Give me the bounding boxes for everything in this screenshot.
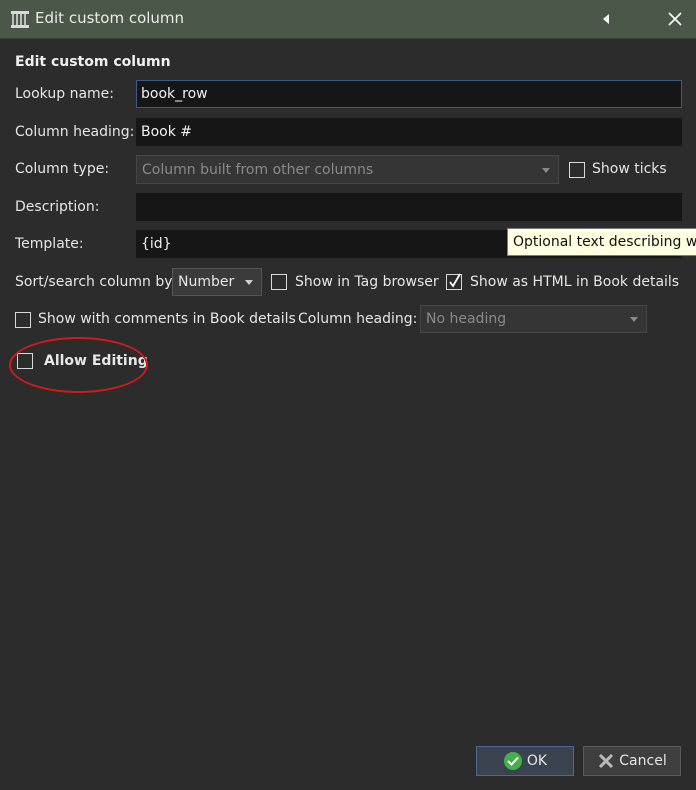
show-in-tag-browser-checkbox[interactable] bbox=[271, 274, 287, 290]
show-with-comments-checkbox[interactable] bbox=[15, 312, 31, 328]
chevron-down-icon bbox=[542, 167, 550, 173]
ok-label: OK bbox=[526, 753, 548, 769]
highlight-circle bbox=[9, 337, 148, 393]
close-icon[interactable] bbox=[664, 8, 686, 30]
comments-heading-value: No heading bbox=[426, 311, 507, 327]
ok-check-icon bbox=[503, 751, 523, 771]
column-heading-input[interactable]: Book # bbox=[136, 118, 682, 146]
sort-search-label: Sort/search column by bbox=[15, 274, 173, 290]
calibre-library-icon bbox=[9, 8, 31, 30]
lookup-name-input[interactable]: book_row bbox=[136, 80, 682, 108]
description-label: Description: bbox=[15, 199, 100, 215]
column-heading-label: Column heading: bbox=[15, 124, 135, 140]
column-type-value: Column built from other columns bbox=[142, 161, 374, 178]
chevron-down-icon bbox=[245, 280, 253, 285]
cancel-label: Cancel bbox=[619, 753, 667, 769]
lookup-name-label: Lookup name: bbox=[15, 86, 114, 102]
show-as-html-checkbox[interactable] bbox=[446, 273, 462, 290]
show-with-comments-label: Show with comments in Book details bbox=[38, 311, 296, 327]
column-type-select[interactable]: Column built from other columns bbox=[136, 155, 559, 184]
comments-heading-select[interactable]: No heading bbox=[420, 305, 647, 333]
collapse-arrow-icon[interactable] bbox=[598, 10, 616, 28]
section-heading: Edit custom column bbox=[15, 54, 171, 70]
cancel-button[interactable]: Cancel bbox=[583, 746, 681, 776]
cancel-x-icon bbox=[597, 752, 615, 770]
template-label: Template: bbox=[15, 236, 84, 252]
title-bar: Edit custom column bbox=[0, 0, 696, 39]
description-tooltip: Optional text describing wha bbox=[507, 228, 696, 256]
show-as-html-label: Show as HTML in Book details bbox=[470, 274, 680, 290]
ok-button[interactable]: OK bbox=[476, 746, 574, 776]
description-input[interactable] bbox=[136, 193, 682, 221]
sort-search-select[interactable]: Number bbox=[172, 268, 262, 296]
chevron-down-icon bbox=[630, 317, 638, 322]
checkmark-icon bbox=[449, 273, 461, 288]
show-ticks-checkbox[interactable] bbox=[569, 162, 585, 178]
comments-heading-label: Column heading: bbox=[298, 311, 418, 327]
show-in-tag-browser-label: Show in Tag browser bbox=[295, 274, 439, 290]
window-title: Edit custom column bbox=[35, 9, 185, 27]
column-type-label: Column type: bbox=[15, 161, 110, 177]
show-ticks-label: Show ticks bbox=[592, 161, 667, 177]
sort-search-value: Number bbox=[178, 274, 235, 290]
edit-custom-column-dialog: Edit custom column Edit custom column Lo… bbox=[0, 0, 696, 790]
